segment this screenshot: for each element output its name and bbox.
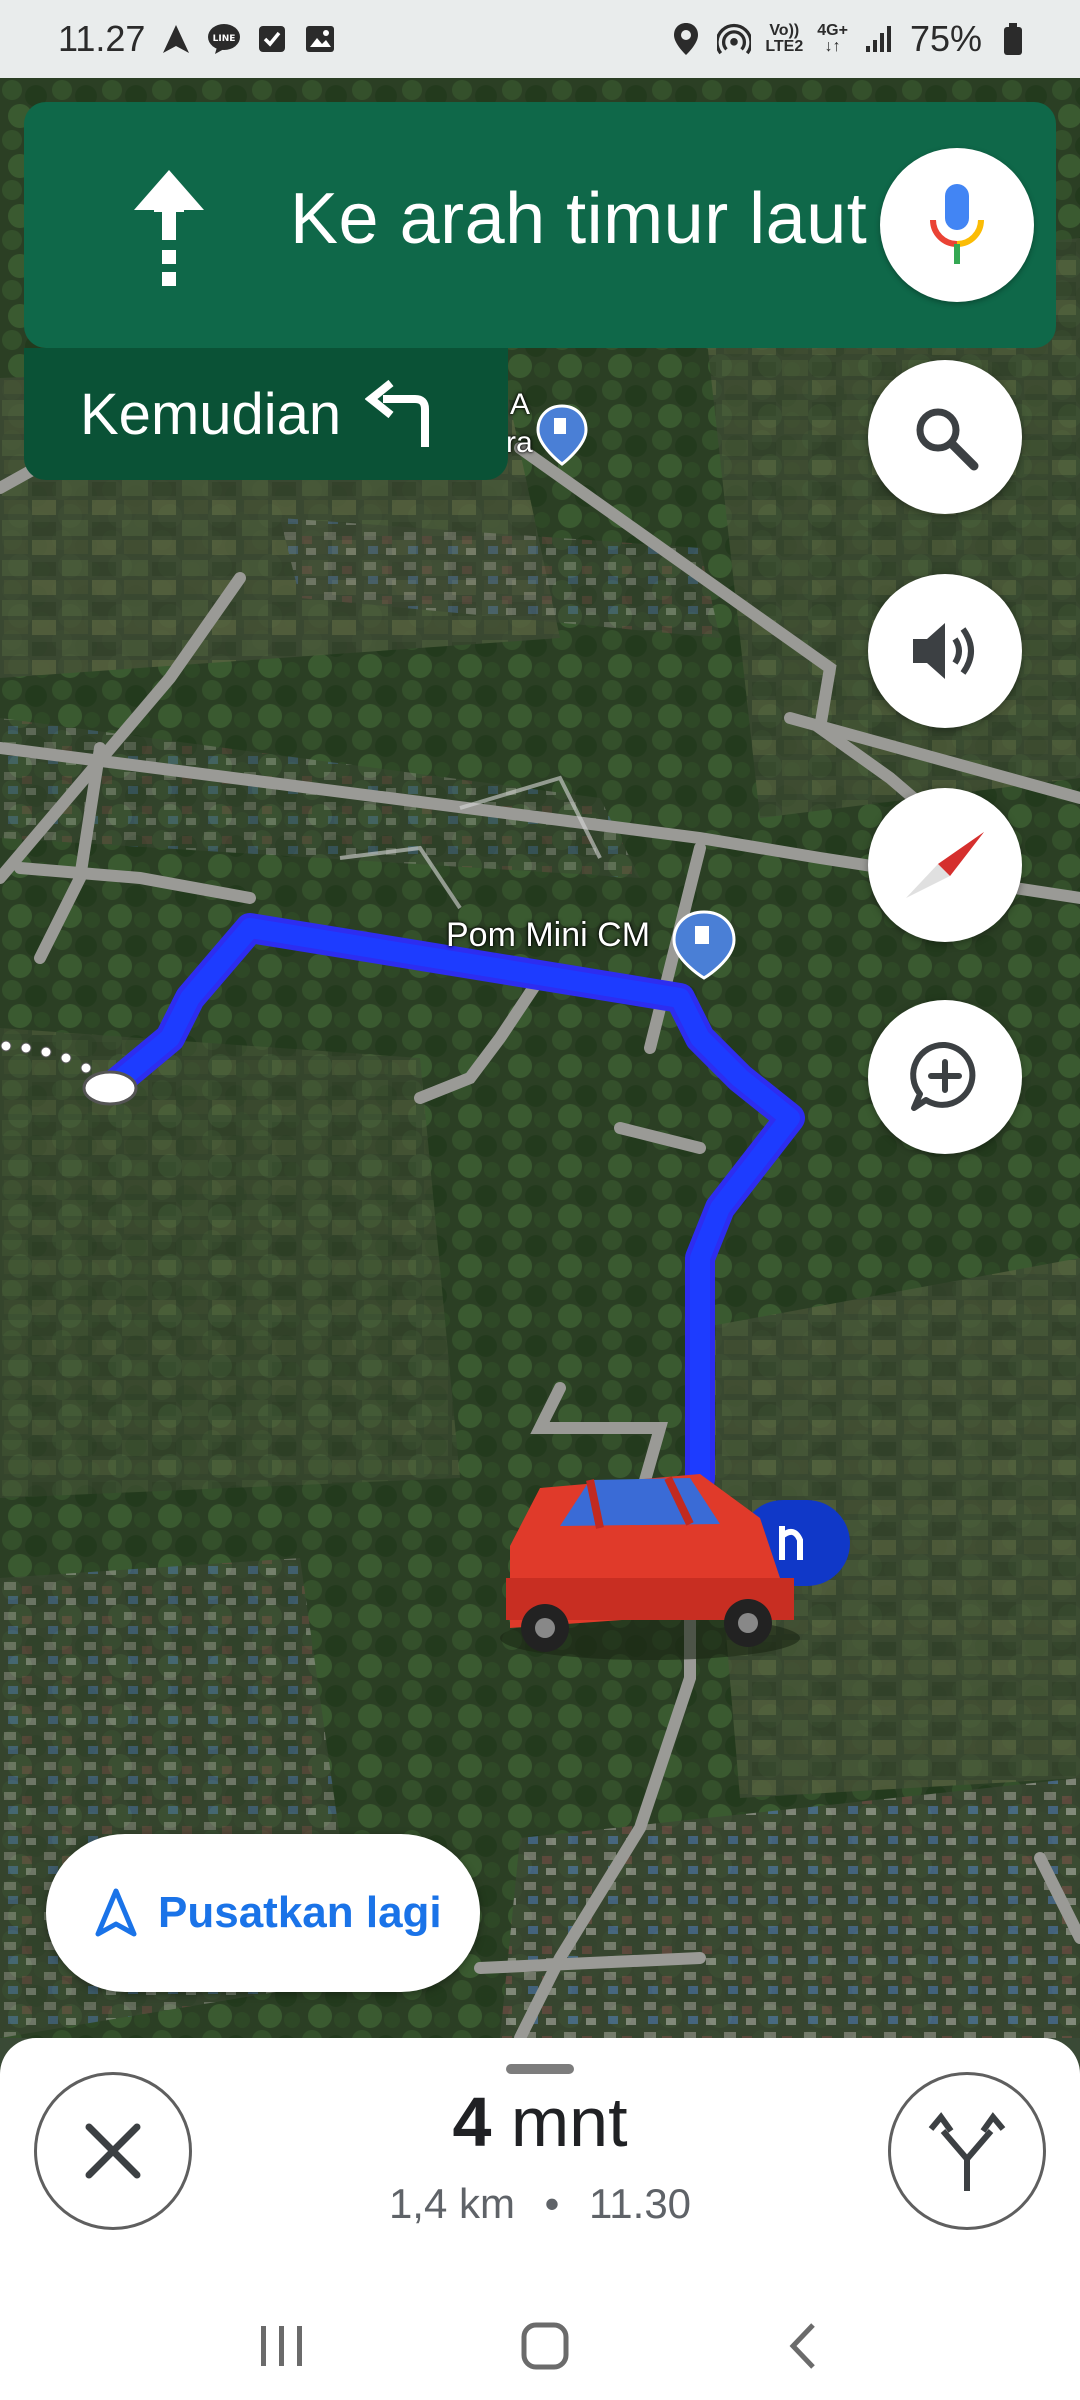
poi-label-fuel[interactable]: Pom Mini CM bbox=[446, 916, 650, 955]
status-right: Vo)) LTE2 4G+ ↓↑ 75% bbox=[669, 18, 1030, 60]
report-button[interactable] bbox=[868, 1000, 1022, 1154]
volume-icon bbox=[913, 623, 974, 679]
add-comment-icon bbox=[910, 1041, 976, 1111]
duration-value: 4 bbox=[452, 2083, 492, 2161]
arrival-time: 11.30 bbox=[589, 2180, 692, 2227]
poi-label-partial-top: ​A bbox=[510, 388, 531, 421]
volte-indicator: Vo)) LTE2 bbox=[765, 22, 804, 55]
alternate-routes-button[interactable] bbox=[888, 2072, 1046, 2230]
network-type-indicator: 4G+ ↓↑ bbox=[817, 22, 848, 55]
trip-summary-sheet[interactable]: 4 mnt 1,4 km • 11.30 bbox=[0, 2038, 1080, 2400]
direction-instruction: Ke arah timur laut bbox=[290, 179, 868, 259]
poi-label-partial-bottom: ra bbox=[506, 426, 533, 459]
recenter-label: Pusatkan lagi bbox=[158, 1888, 442, 1937]
voice-search-button[interactable] bbox=[880, 148, 1034, 302]
microphone-icon bbox=[930, 184, 984, 264]
status-bar: 11.27 LINE Vo)) LTE2 4G+ ↓↑ 75% bbox=[0, 0, 1080, 78]
drag-handle[interactable] bbox=[506, 2064, 574, 2074]
svg-text:LINE: LINE bbox=[213, 34, 236, 44]
hotspot-icon bbox=[717, 22, 752, 56]
turn-left-icon bbox=[365, 379, 430, 447]
location-pin-icon bbox=[669, 22, 703, 56]
search-button[interactable] bbox=[868, 360, 1022, 514]
status-time: 11.27 bbox=[58, 18, 146, 59]
search-icon bbox=[916, 408, 979, 471]
separator-dot: • bbox=[544, 2180, 560, 2227]
line-app-icon: LINE bbox=[207, 22, 241, 56]
compass-icon bbox=[906, 832, 984, 898]
navigation-arrow-icon bbox=[159, 22, 193, 56]
navigation-arrow-icon bbox=[95, 1888, 137, 1937]
sound-button[interactable] bbox=[868, 574, 1022, 728]
alternate-routes-icon bbox=[928, 2112, 1006, 2191]
arrow-up-icon bbox=[134, 170, 204, 286]
signal-strength-icon bbox=[862, 22, 896, 56]
back-icon[interactable] bbox=[783, 2321, 823, 2371]
home-icon[interactable] bbox=[520, 2321, 570, 2371]
recenter-button[interactable]: Pusatkan lagi bbox=[46, 1834, 480, 1992]
then-label: Kemudian bbox=[80, 381, 342, 447]
gallery-icon bbox=[303, 22, 337, 56]
battery-icon bbox=[996, 22, 1030, 56]
status-left: 11.27 LINE bbox=[58, 18, 337, 60]
direction-banner[interactable]: Ke arah timur laut bbox=[24, 102, 1056, 348]
compass-button[interactable] bbox=[868, 788, 1022, 942]
trip-distance: 1,4 km bbox=[388, 2180, 515, 2227]
recent-apps-icon[interactable] bbox=[257, 2324, 307, 2368]
duration-unit: mnt bbox=[510, 2083, 628, 2161]
system-navigation-bar bbox=[0, 2292, 1080, 2400]
next-maneuver-banner: Kemudian bbox=[24, 348, 508, 480]
battery-percent: 75% bbox=[909, 18, 982, 59]
checkbox-notification-icon bbox=[255, 22, 289, 56]
